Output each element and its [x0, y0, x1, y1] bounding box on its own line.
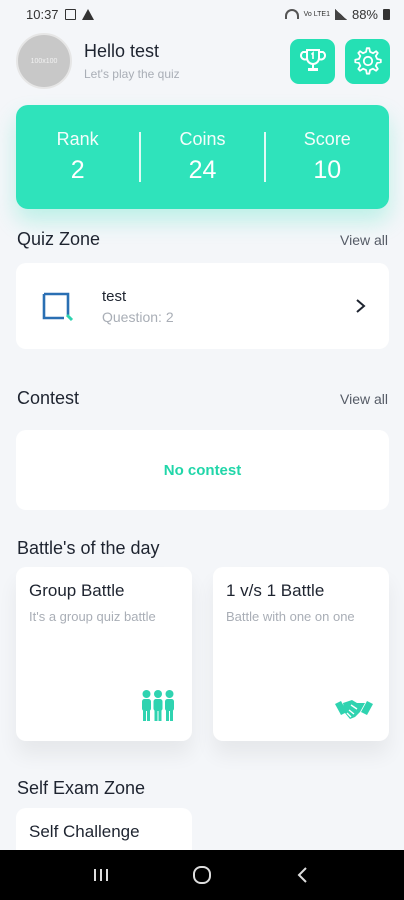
back-icon — [297, 867, 308, 883]
self-challenge-title: Self Challenge — [29, 822, 140, 841]
group-battle-desc: It's a group quiz battle — [29, 609, 156, 624]
quiz-zone-view-all-link[interactable]: View all — [340, 232, 388, 248]
stat-rank-value: 2 — [70, 156, 85, 184]
status-bar: 10:37 Vo LTE1 88% — [0, 0, 404, 28]
lte-label: Vo LTE1 — [303, 10, 330, 18]
group-icon — [142, 690, 174, 721]
one-vs-one-battle-card[interactable]: 1 v/s 1 Battle Battle with one on one — [213, 567, 389, 741]
contest-view-all-link[interactable]: View all — [340, 391, 388, 407]
stat-rank-label: Rank — [56, 129, 99, 149]
one-vs-one-battle-desc: Battle with one on one — [226, 609, 355, 624]
stat-score-value: 10 — [313, 156, 342, 184]
recent-apps-button[interactable] — [81, 860, 121, 890]
image-notification-icon — [64, 8, 76, 20]
settings-button[interactable] — [345, 38, 390, 84]
header: 100x100 Hello test Let's play the quiz — [16, 32, 390, 90]
quiz-zone-item[interactable]: test Question: 2 — [16, 263, 389, 349]
gear-icon — [353, 47, 382, 75]
self-exam-title: Self Exam Zone — [17, 778, 146, 798]
greeting-subtitle: Let's play the quiz — [84, 67, 180, 81]
home-button[interactable] — [182, 860, 222, 890]
greeting-block: Hello test Let's play the quiz — [84, 41, 180, 81]
avatar-placeholder-text: 100x100 — [30, 57, 58, 65]
quiz-item-question-count: Question: 2 — [102, 308, 174, 325]
group-battle-card[interactable]: Group Battle It's a group quiz battle — [16, 567, 192, 741]
battles-title: Battle's of the day — [17, 538, 160, 558]
back-button[interactable] — [283, 860, 323, 890]
quiz-zone-title: Quiz Zone — [17, 229, 101, 249]
group-battle-title: Group Battle — [29, 581, 125, 600]
signal-icon — [334, 8, 347, 20]
stat-score: Score 10 — [266, 129, 389, 185]
stats-card: Rank 2 Coins 24 Score 10 — [16, 105, 389, 209]
contest-card: No contest — [16, 430, 389, 510]
warning-icon — [81, 8, 94, 20]
battery-icon — [383, 8, 390, 20]
greeting-title: Hello test — [84, 41, 160, 61]
stat-rank: Rank 2 — [16, 129, 139, 185]
trophy-icon — [299, 49, 326, 71]
contest-title: Contest — [17, 388, 80, 408]
home-icon — [192, 866, 211, 884]
handshake-icon — [335, 700, 373, 719]
leaderboard-button[interactable] — [290, 38, 335, 84]
stat-coins-value: 24 — [188, 156, 217, 184]
avatar[interactable]: 100x100 — [16, 33, 72, 89]
stat-coins: Coins 24 — [141, 129, 264, 185]
quiz-category-icon — [42, 292, 74, 322]
battery-percent: 88% — [351, 6, 378, 22]
status-time: 10:37 — [26, 6, 59, 22]
recent-apps-icon — [93, 869, 108, 881]
chevron-right-icon — [356, 299, 366, 313]
stat-score-label: Score — [303, 129, 351, 149]
stat-coins-label: Coins — [179, 129, 226, 149]
quiz-item-name: test — [102, 287, 127, 305]
wifi-icon — [284, 9, 299, 19]
system-navigation-bar — [0, 850, 404, 900]
no-contest-message: No contest — [163, 461, 242, 479]
one-vs-one-battle-title: 1 v/s 1 Battle — [226, 581, 325, 600]
